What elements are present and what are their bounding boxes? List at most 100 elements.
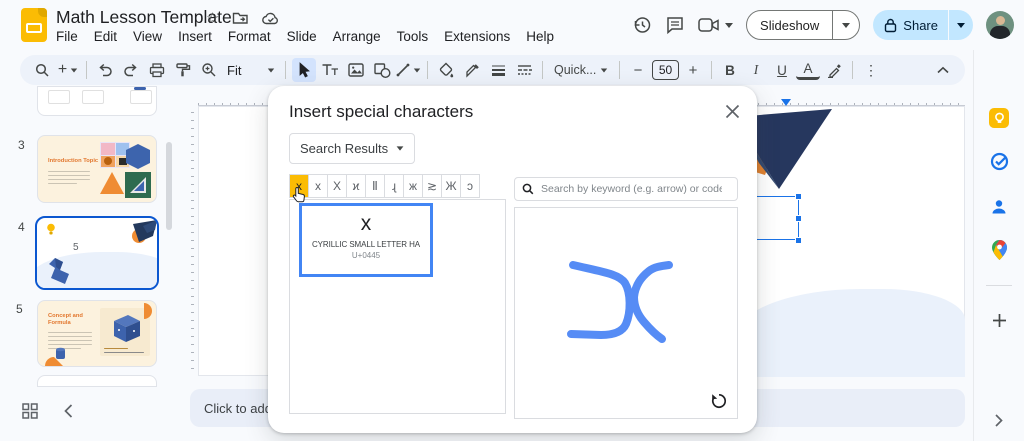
insert-shape-button[interactable]: [370, 58, 394, 82]
slide-thumbnail-5[interactable]: Concept and Formula: [37, 300, 157, 367]
menu-view[interactable]: View: [125, 27, 170, 46]
candidate-tab-2[interactable]: x: [308, 174, 328, 198]
selection-handle-top-right[interactable]: [795, 193, 802, 200]
selection-handle-bottom-right[interactable]: [795, 237, 802, 244]
thumb5-body-lines: [48, 329, 92, 349]
star-icon[interactable]: ☆: [206, 9, 219, 27]
vertical-ruler: [187, 112, 194, 376]
insert-image-button[interactable]: [344, 58, 368, 82]
underline-button[interactable]: U: [770, 58, 794, 82]
character-search-input[interactable]: [539, 182, 724, 196]
thumb5-title-line1: Concept and: [48, 312, 83, 318]
bold-button[interactable]: B: [718, 58, 742, 82]
camera-caret-down-icon[interactable]: [725, 23, 733, 28]
print-button[interactable]: [145, 58, 169, 82]
menu-file[interactable]: File: [48, 27, 86, 46]
candidate-tab-6[interactable]: ɻ: [384, 174, 404, 198]
collapse-filmstrip-icon[interactable]: [64, 404, 73, 418]
slideshow-button[interactable]: Slideshow: [746, 10, 860, 40]
contacts-icon[interactable]: [989, 197, 1009, 217]
google-slides-app: Math Lesson Template ☆ File Edit View In…: [0, 0, 1024, 441]
text-color-button[interactable]: A: [796, 61, 820, 80]
hand-cursor-icon: [292, 186, 307, 203]
slides-logo-icon[interactable]: [21, 8, 47, 42]
border-color-button[interactable]: [460, 58, 484, 82]
italic-button[interactable]: I: [744, 58, 768, 82]
category-dropdown[interactable]: Search Results: [289, 133, 415, 164]
quick-styles-caret-icon: [601, 68, 607, 72]
character-card[interactable]: х CYRILLIC SMALL LETTER HA U+0445: [299, 203, 433, 277]
maps-icon[interactable]: [989, 240, 1009, 260]
share-caret-button[interactable]: [949, 10, 973, 40]
slide-number-4: 4: [18, 220, 25, 234]
show-side-panel-icon[interactable]: [989, 410, 1009, 430]
candidate-tab-8[interactable]: ≳: [422, 174, 442, 198]
menu-help[interactable]: Help: [518, 27, 562, 46]
more-options-button[interactable]: ⋮: [859, 58, 883, 82]
selection-handle-mid-right[interactable]: [795, 215, 802, 222]
font-size-input[interactable]: 50: [652, 60, 679, 80]
slide-thumbnail-6-partial[interactable]: [37, 375, 157, 387]
menu-tools[interactable]: Tools: [389, 27, 437, 46]
version-history-icon[interactable]: [632, 15, 652, 35]
border-weight-button[interactable]: [486, 58, 510, 82]
paint-format-button[interactable]: [171, 58, 195, 82]
ruler-indent-marker[interactable]: [781, 99, 791, 106]
undo-button[interactable]: [93, 58, 117, 82]
share-label: Share: [897, 18, 948, 33]
menu-format[interactable]: Format: [220, 27, 279, 46]
close-dialog-icon[interactable]: [723, 102, 741, 120]
meet-camera-icon[interactable]: [698, 17, 720, 33]
keep-icon[interactable]: [989, 108, 1009, 128]
thumb5-caption2: [104, 352, 144, 354]
select-tool-button[interactable]: [292, 58, 316, 82]
slide-thumbnail-3[interactable]: Introduction Topic: [37, 135, 157, 203]
search-menus-icon[interactable]: [30, 58, 54, 82]
menu-edit[interactable]: Edit: [86, 27, 125, 46]
slide-thumbnail-2-partial[interactable]: [37, 86, 157, 116]
increase-font-button[interactable]: +: [681, 58, 705, 82]
highlight-color-button[interactable]: [822, 58, 846, 82]
zoom-in-button[interactable]: [197, 58, 221, 82]
candidate-tab-9[interactable]: Ж: [441, 174, 461, 198]
menu-arrange[interactable]: Arrange: [325, 27, 389, 46]
handwriting-draw-panel[interactable]: [514, 207, 738, 419]
cloud-saved-icon[interactable]: [262, 12, 280, 25]
slide-number-3: 3: [18, 138, 25, 152]
account-avatar[interactable]: [986, 11, 1014, 39]
filmstrip-scrollbar[interactable]: [166, 142, 172, 230]
tasks-icon[interactable]: [989, 151, 1009, 171]
candidate-tab-5[interactable]: Ⅱ: [365, 174, 385, 198]
character-search-field[interactable]: [514, 177, 738, 201]
comments-icon[interactable]: [665, 15, 685, 35]
thumb5-title-line2: Formula: [48, 319, 71, 325]
slideshow-caret-down-icon[interactable]: [842, 23, 850, 28]
menu-slide[interactable]: Slide: [279, 27, 325, 46]
thumb2-accent: [134, 87, 146, 90]
fill-color-button[interactable]: [434, 58, 458, 82]
redo-button[interactable]: [119, 58, 143, 82]
candidate-tab-7[interactable]: ж: [403, 174, 423, 198]
decrease-font-button[interactable]: −: [626, 58, 650, 82]
candidate-tab-4[interactable]: ϰ: [346, 174, 366, 198]
candidate-tab-10[interactable]: ɔ: [460, 174, 480, 198]
candidate-tab-3[interactable]: X: [327, 174, 347, 198]
new-slide-button[interactable]: +: [56, 58, 80, 82]
text-box-button[interactable]: [318, 58, 342, 82]
insert-line-button[interactable]: [396, 58, 421, 82]
quick-styles-button[interactable]: Quick...: [549, 58, 613, 82]
share-button[interactable]: Share: [873, 10, 948, 40]
border-dash-button[interactable]: [512, 58, 536, 82]
collapse-toolbar-button[interactable]: [931, 58, 955, 82]
slide-thumbnail-4-selected[interactable]: 5: [35, 216, 159, 290]
canvas-wave-shape: [735, 289, 965, 377]
category-label: Search Results: [300, 141, 388, 156]
grid-view-button[interactable]: [22, 403, 38, 419]
move-folder-icon[interactable]: [232, 11, 249, 25]
reset-drawing-icon[interactable]: [710, 392, 728, 410]
zoom-select[interactable]: Fit: [223, 58, 279, 82]
quick-styles-label: Quick...: [554, 63, 596, 77]
get-addons-button[interactable]: [989, 310, 1009, 330]
menu-extensions[interactable]: Extensions: [436, 27, 518, 46]
menu-insert[interactable]: Insert: [170, 27, 220, 46]
